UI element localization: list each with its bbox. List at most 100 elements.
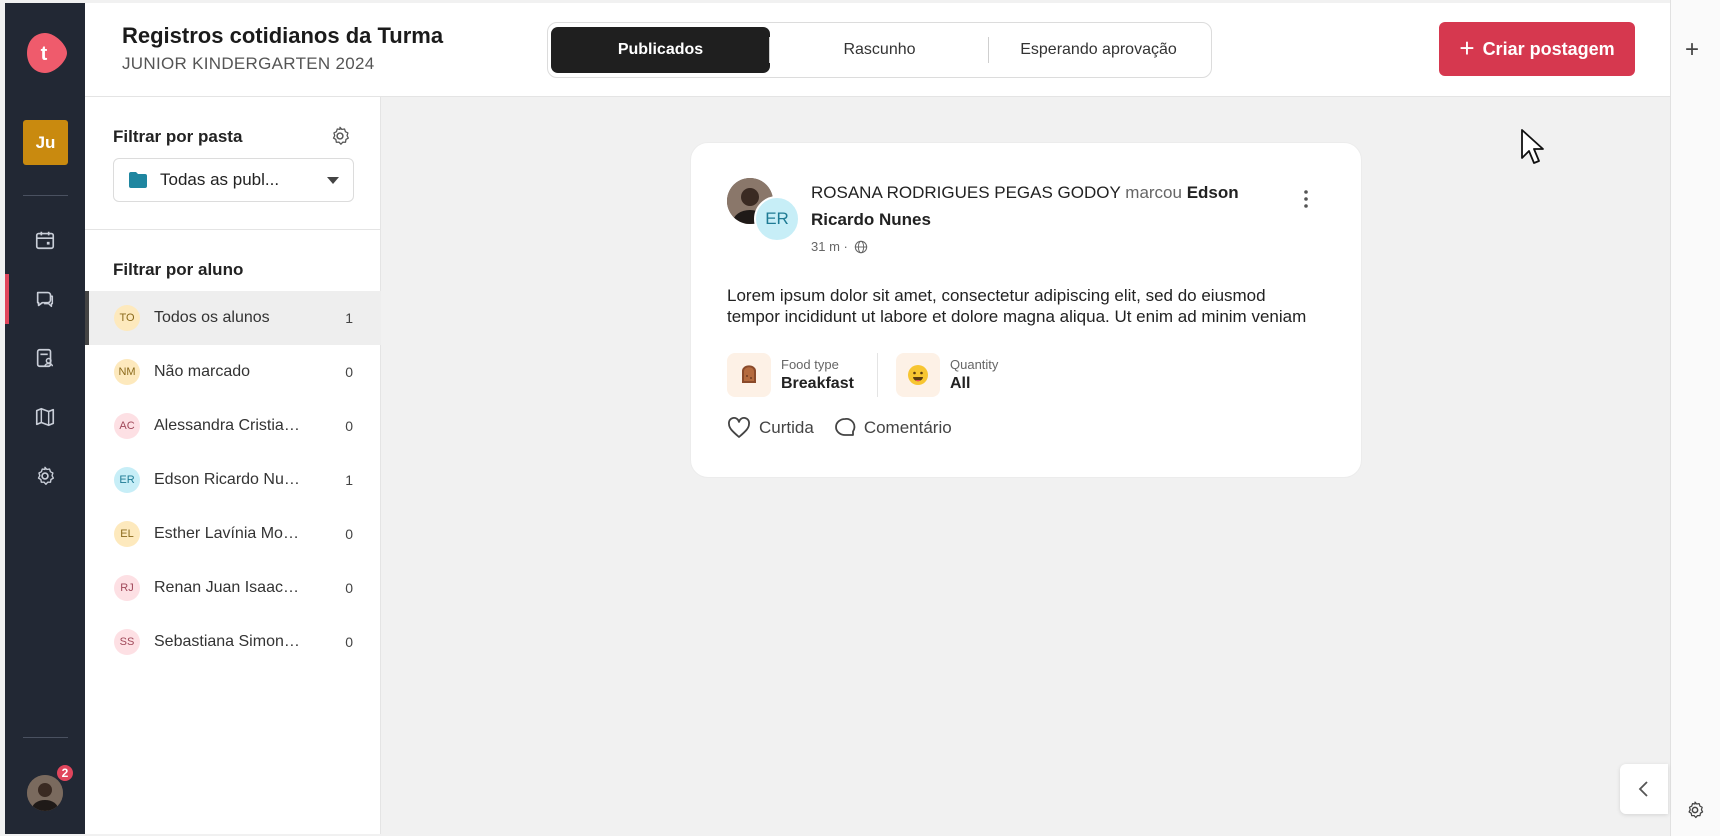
food-type-attribute: Food type Breakfast bbox=[727, 352, 854, 398]
food-type-value: Breakfast bbox=[781, 375, 854, 392]
student-count: 0 bbox=[345, 418, 353, 434]
logo-letter: t bbox=[41, 43, 48, 65]
post-author-line: ROSANA RODRIGUES PEGAS GODOY marcou Edso… bbox=[811, 179, 1271, 233]
student-avatar: AC bbox=[114, 413, 140, 439]
post-card: ER ROSANA RODRIGUES PEGAS GODOY marcou E… bbox=[690, 142, 1362, 478]
post-verb: marcou bbox=[1125, 183, 1182, 202]
student-name: Todos os alunos bbox=[154, 309, 270, 326]
student-count: 0 bbox=[345, 526, 353, 542]
app-rail: t Ju 2 bbox=[5, 3, 85, 834]
post-author[interactable]: ROSANA RODRIGUES PEGAS GODOY bbox=[811, 183, 1121, 202]
collapse-panel-button[interactable] bbox=[1620, 764, 1668, 814]
book-icon bbox=[35, 407, 55, 427]
quantity-attribute: Quantity All bbox=[896, 352, 998, 398]
page-title: Registros cotidianos da Turma bbox=[122, 23, 444, 48]
student-name: Sebastiana Simone Lima bbox=[154, 633, 300, 650]
nav-reports[interactable] bbox=[5, 333, 85, 383]
student-count: 1 bbox=[345, 472, 353, 488]
student-item[interactable]: ER Edson Ricardo Nunes 1 bbox=[85, 453, 381, 507]
student-count: 0 bbox=[345, 364, 353, 380]
nav-calendar[interactable] bbox=[5, 215, 85, 265]
right-panel: + bbox=[1670, 0, 1720, 836]
mouse-cursor-icon bbox=[1520, 128, 1546, 171]
report-icon bbox=[36, 348, 54, 368]
student-item[interactable]: NM Não marcado 0 bbox=[85, 345, 381, 399]
like-label: Curtida bbox=[759, 418, 814, 437]
create-post-button[interactable]: + Criar postagem bbox=[1439, 22, 1635, 76]
student-avatar: RJ bbox=[114, 575, 140, 601]
comment-button[interactable]: Comentário bbox=[834, 417, 952, 439]
student-avatar: SS bbox=[114, 629, 140, 655]
student-list: TO Todos os alunos 1 NM Não marcado 0 AC Ales… bbox=[85, 291, 381, 669]
nav-settings[interactable] bbox=[5, 451, 85, 501]
quantity-value: All bbox=[950, 375, 971, 392]
class-badge[interactable]: Ju bbox=[23, 120, 68, 165]
student-item[interactable]: EL Esther Lavínia Moura 0 bbox=[85, 507, 381, 561]
like-button[interactable]: Curtida bbox=[727, 417, 814, 439]
food-type-label: Food type bbox=[781, 357, 839, 372]
student-item[interactable]: TO Todos os alunos 1 bbox=[85, 291, 381, 345]
comment-label: Comentário bbox=[863, 418, 952, 437]
post-menu-icon[interactable] bbox=[1303, 189, 1309, 214]
add-icon[interactable]: + bbox=[1685, 36, 1699, 64]
tab-rascunho[interactable]: Rascunho bbox=[769, 27, 989, 73]
post-body-line: Lorem ipsum dolor sit amet, consectetur … bbox=[727, 286, 1266, 305]
globe-icon bbox=[854, 240, 868, 253]
student-count: 0 bbox=[345, 634, 353, 650]
student-name: Edson Ricardo Nunes bbox=[154, 471, 300, 488]
student-avatar: TO bbox=[114, 305, 140, 331]
student-filter-heading: Filtrar por aluno bbox=[113, 260, 244, 279]
comment-icon bbox=[834, 417, 856, 436]
caret-down-icon bbox=[327, 176, 339, 184]
post-body: Lorem ipsum dolor sit amet, consectetur … bbox=[727, 285, 1327, 327]
post-body-line: tempor incididunt ut labore et dolore ma… bbox=[727, 307, 1307, 326]
post-actions: Curtida Comentário bbox=[727, 417, 952, 439]
toast-icon bbox=[727, 353, 771, 397]
app-logo[interactable]: t bbox=[25, 31, 69, 75]
chevron-left-icon bbox=[1638, 781, 1648, 797]
student-name: Esther Lavínia Moura bbox=[154, 525, 300, 542]
student-name: Renan Juan Isaac Silva bbox=[154, 579, 300, 596]
nav-posts[interactable] bbox=[5, 274, 85, 324]
folder-dropdown[interactable]: Todas as publ... bbox=[113, 158, 354, 202]
smiley-icon bbox=[896, 353, 940, 397]
folder-settings-icon[interactable] bbox=[329, 125, 351, 152]
quantity-label: Quantity bbox=[950, 357, 999, 372]
attribute-divider bbox=[877, 353, 878, 397]
filter-divider bbox=[85, 229, 381, 230]
student-name: Não marcado bbox=[154, 363, 251, 380]
tagged-student-avatar[interactable]: ER bbox=[754, 196, 800, 242]
student-item[interactable]: SS Sebastiana Simone Lima 0 bbox=[85, 615, 381, 669]
post-avatars: ER bbox=[727, 178, 800, 242]
notification-badge[interactable]: 2 bbox=[55, 763, 75, 783]
post-meta: 31 m · bbox=[811, 239, 868, 254]
folder-dropdown-value: Todas as publ... bbox=[160, 170, 280, 189]
student-item[interactable]: RJ Renan Juan Isaac Silva 0 bbox=[85, 561, 381, 615]
chat-icon bbox=[36, 291, 54, 308]
class-subtitle: JUNIOR KINDERGARTEN 2024 bbox=[122, 54, 375, 73]
student-count: 1 bbox=[345, 310, 353, 326]
rail-divider bbox=[23, 737, 68, 738]
calendar-icon bbox=[35, 231, 55, 250]
student-item[interactable]: AC Alessandra Cristiane... 0 bbox=[85, 399, 381, 453]
rail-divider bbox=[23, 195, 68, 196]
student-avatar: ER bbox=[114, 467, 140, 493]
plus-icon: + bbox=[1459, 33, 1475, 63]
folder-filter-heading: Filtrar por pasta bbox=[113, 127, 243, 146]
status-tabs: Publicados Rascunho Esperando aprovação bbox=[547, 22, 1212, 78]
create-post-label: Criar postagem bbox=[1482, 38, 1615, 59]
student-count: 0 bbox=[345, 580, 353, 596]
filter-sidebar: Filtrar por pasta Todas as publ... Filtr… bbox=[85, 97, 381, 834]
post-time: 31 m · bbox=[811, 239, 848, 254]
heart-icon bbox=[728, 417, 750, 438]
settings-icon bbox=[37, 466, 55, 485]
folder-icon bbox=[129, 172, 147, 188]
page-header: Registros cotidianos da Turma JUNIOR KIN… bbox=[85, 3, 1670, 97]
student-avatar: NM bbox=[114, 359, 140, 385]
student-avatar: EL bbox=[114, 521, 140, 547]
student-name: Alessandra Cristiane... bbox=[154, 417, 300, 434]
panel-settings-icon[interactable] bbox=[1685, 800, 1705, 825]
nav-library[interactable] bbox=[5, 392, 85, 442]
tab-esperando-aprovacao[interactable]: Esperando aprovação bbox=[988, 27, 1208, 73]
tab-publicados[interactable]: Publicados bbox=[551, 27, 770, 73]
